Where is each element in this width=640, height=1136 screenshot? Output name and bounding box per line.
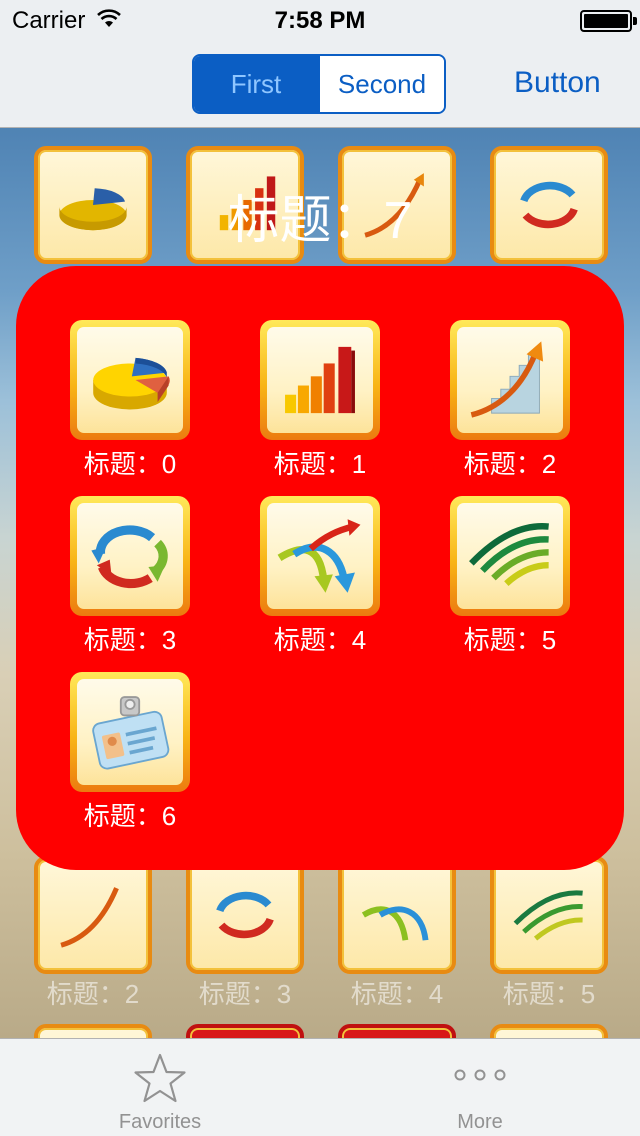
grid-item-label: 标题：6 bbox=[83, 801, 177, 831]
grid-item-label: 标题：5 bbox=[463, 625, 557, 655]
tab-label: Favorites bbox=[118, 1111, 202, 1133]
bg-label: 标题：4 bbox=[350, 979, 444, 1009]
growth-chart-icon bbox=[470, 341, 544, 418]
grid-item[interactable]: 标题：4 bbox=[250, 496, 390, 657]
bg-tile bbox=[186, 856, 304, 974]
bg-tile bbox=[338, 856, 456, 974]
star-icon bbox=[134, 1053, 186, 1103]
bg-tile bbox=[34, 1024, 152, 1038]
nav-right-button[interactable]: Button bbox=[514, 66, 601, 100]
segment-second[interactable]: Second bbox=[318, 56, 444, 112]
grid-item-label: 标题：0 bbox=[83, 449, 177, 479]
bg-label: 标题：3 bbox=[198, 979, 292, 1009]
popup-panel: 标题：0 标题：1 标题：2 标题：3 标题：4 标题：5 标题：6 bbox=[16, 266, 624, 870]
tab-favorites[interactable]: Favorites bbox=[0, 1039, 320, 1136]
bg-tile bbox=[186, 1024, 304, 1038]
grid-item-label: 标题：2 bbox=[463, 449, 557, 479]
bg-tile bbox=[34, 856, 152, 974]
status-bar: Carrier 7:58 PM bbox=[0, 0, 640, 40]
signal-arcs-icon bbox=[469, 523, 549, 587]
grid-item[interactable]: 标题：2 bbox=[440, 320, 580, 481]
branch-arrows-icon bbox=[277, 519, 361, 593]
tab-more[interactable]: More bbox=[320, 1039, 640, 1136]
tab-label: More bbox=[457, 1111, 503, 1133]
grid-item[interactable]: 标题：3 bbox=[60, 496, 200, 657]
cycle-arrows-icon bbox=[91, 525, 168, 589]
grid-item-label: 标题：3 bbox=[83, 625, 177, 655]
status-time: 7:58 PM bbox=[274, 7, 366, 34]
grid-item[interactable]: 标题：6 bbox=[60, 672, 200, 833]
pie-chart-icon bbox=[93, 357, 170, 410]
grid-item[interactable]: 标题：5 bbox=[440, 496, 580, 657]
bar-chart-icon bbox=[285, 346, 355, 414]
overlay-title: 标题：7 bbox=[227, 192, 413, 250]
bg-tile bbox=[490, 1024, 608, 1038]
id-badge-icon bbox=[92, 696, 170, 770]
segmented-control: First Second bbox=[192, 54, 446, 114]
bg-label: 标题：2 bbox=[46, 979, 140, 1009]
battery-icon bbox=[580, 10, 637, 32]
grid-item-label: 标题：1 bbox=[273, 449, 367, 479]
bg-label: 标题：5 bbox=[502, 979, 596, 1009]
segment-first[interactable]: First bbox=[194, 56, 318, 112]
bg-tile bbox=[338, 1024, 456, 1038]
grid-item[interactable]: 标题：1 bbox=[250, 320, 390, 481]
more-icon bbox=[454, 1069, 506, 1081]
tab-bar: Favorites More bbox=[0, 1038, 640, 1136]
grid-item-label: 标题：4 bbox=[273, 625, 367, 655]
grid-item[interactable]: 标题：0 bbox=[60, 320, 200, 481]
bg-tile bbox=[490, 856, 608, 974]
